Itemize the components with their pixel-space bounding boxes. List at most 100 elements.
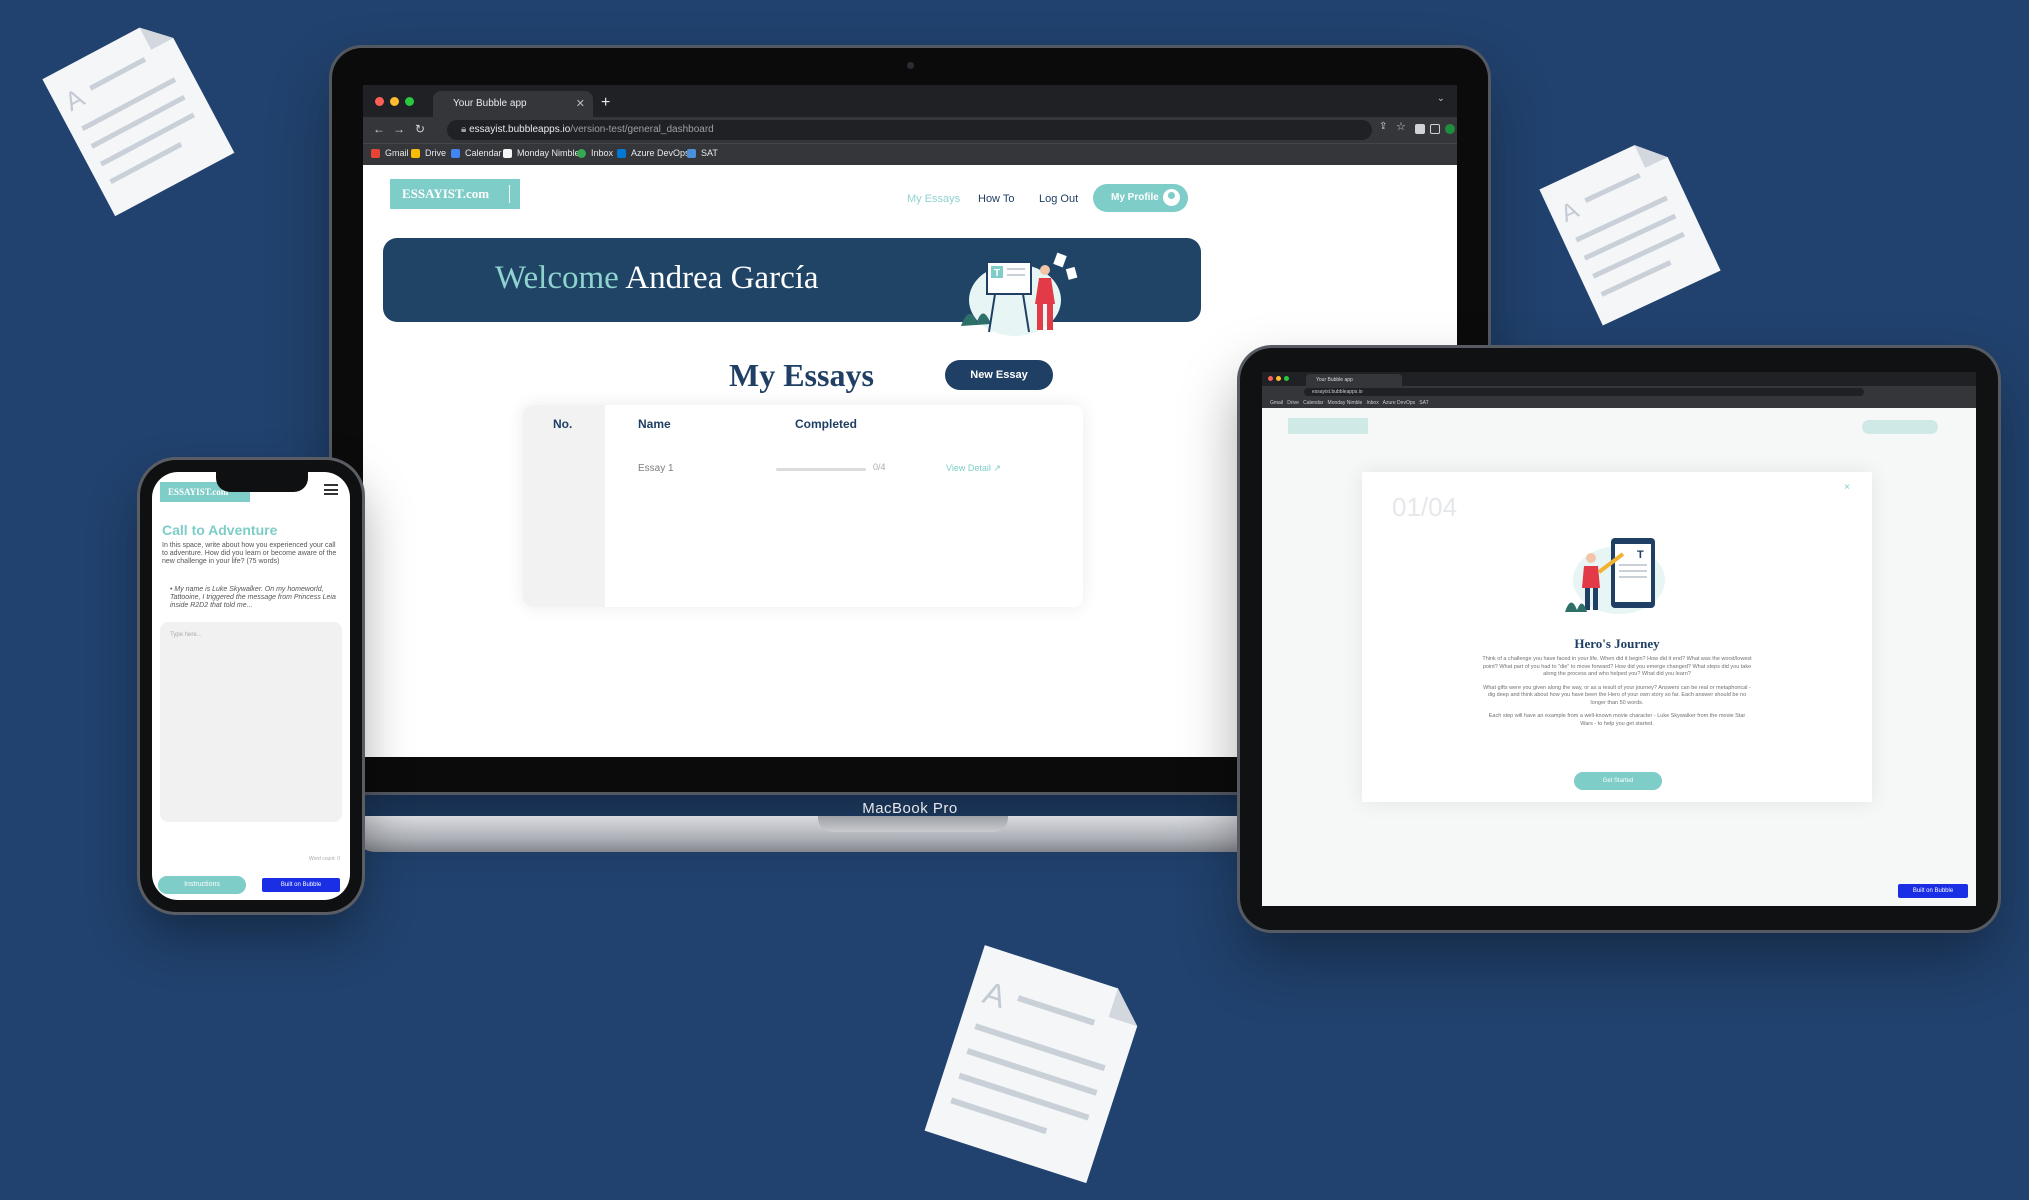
- essay-textarea[interactable]: Type here...: [160, 622, 342, 822]
- forward-icon[interactable]: →: [393, 122, 405, 136]
- modal-paragraph: Each step will have an example from a we…: [1488, 713, 1746, 727]
- tablet-bookmark[interactable]: Azure DevOps: [1383, 400, 1416, 406]
- lock-icon: 🔒︎: [461, 124, 470, 135]
- address-bar[interactable]: 🔒︎ essayist.bubbleapps.io/version-test/g…: [447, 120, 1372, 140]
- share-icon[interactable]: ⇪: [1379, 121, 1389, 132]
- window-maximize-dot[interactable]: [1284, 376, 1289, 381]
- tablet-toolbar: essayist.bubbleapps.io: [1262, 386, 1976, 398]
- tablet-bookmark[interactable]: SAT: [1419, 400, 1428, 406]
- bookmark-calendar[interactable]: Calendar: [451, 148, 502, 158]
- window-close-dot[interactable]: [375, 97, 384, 106]
- writer-illustration-icon: T: [1565, 538, 1665, 614]
- nav-log-out[interactable]: Log Out: [1039, 193, 1078, 205]
- instructions-button[interactable]: Instructions: [158, 876, 246, 894]
- heros-journey-modal: 01/04 × T Hero's Journey Think of a chal…: [1362, 472, 1872, 802]
- tablet-url-domain: essayist.bubbleapps.io: [1312, 389, 1363, 395]
- tablet-bookmark[interactable]: Inbox: [1366, 400, 1378, 406]
- close-icon[interactable]: ×: [1844, 482, 1850, 493]
- url-path: /version-test/general_dashboard: [570, 124, 714, 135]
- essay-name: Essay 1: [638, 463, 674, 474]
- tablet-screen: Your Bubble app essayist.bubbleapps.io G…: [1262, 372, 1976, 906]
- table-header-completed: Completed: [795, 417, 858, 431]
- site-logo[interactable]: ESSAYIST.com: [390, 179, 520, 209]
- built-on-bubble-badge[interactable]: Built on Bubble: [1898, 884, 1968, 898]
- tab-close-icon[interactable]: ✕: [576, 91, 585, 117]
- table-header-name: Name: [638, 417, 671, 431]
- tablet-bookmark[interactable]: Gmail: [1270, 400, 1283, 406]
- site-header: ESSAYIST.com My Essays How To Log Out My…: [363, 165, 1457, 221]
- sidebar-icon[interactable]: [1430, 124, 1440, 134]
- tablet-bookmarks-bar: Gmail Drive Calendar Monday Nimble Inbox…: [1262, 398, 1976, 408]
- word-count: Word count: 0: [308, 856, 340, 862]
- tablet-bookmark[interactable]: Calendar: [1303, 400, 1323, 406]
- my-profile-label: My Profile: [1111, 192, 1159, 203]
- essay-progress-text: 0/4: [873, 462, 886, 472]
- number-column: [523, 405, 605, 607]
- tablet-browser-tab[interactable]: Your Bubble app: [1306, 374, 1402, 386]
- phone-prompt: In this space, write about how you exper…: [162, 542, 337, 565]
- browser-toolbar: ← → ↻ 🔒︎ essayist.bubbleapps.io/version-…: [363, 117, 1457, 143]
- new-essay-button[interactable]: New Essay: [945, 360, 1053, 390]
- get-started-button[interactable]: Get Started: [1574, 772, 1662, 790]
- browser-tab-bar: Your Bubble app ✕ + ⌄: [363, 85, 1457, 117]
- modal-paragraph: What gifts were you given along the way,…: [1483, 684, 1751, 706]
- modal-paragraph: Think of a challenge you have faced in y…: [1482, 656, 1752, 677]
- tablet-address-bar[interactable]: essayist.bubbleapps.io: [1304, 388, 1864, 396]
- bookmark-inbox[interactable]: Inbox: [577, 148, 613, 158]
- svg-text:T: T: [1637, 549, 1644, 561]
- browser-tab-title: Your Bubble app: [453, 98, 527, 109]
- external-link-icon: ↗: [993, 463, 1001, 473]
- bookmark-gmail[interactable]: Gmail: [371, 148, 409, 158]
- nav-how-to[interactable]: How To: [978, 193, 1014, 205]
- textarea-placeholder: Type here...: [170, 632, 202, 638]
- welcome-banner: Welcome Andrea García T: [383, 238, 1201, 336]
- new-tab-icon[interactable]: +: [601, 91, 610, 115]
- paper-sheet-icon: A: [924, 945, 1138, 1184]
- window-close-dot[interactable]: [1268, 376, 1273, 381]
- tablet-bookmark[interactable]: Drive: [1287, 400, 1299, 406]
- window-minimize-dot[interactable]: [390, 97, 399, 106]
- paper-sheet-icon: A: [1539, 145, 1721, 326]
- phone-notch: [216, 472, 308, 492]
- hamburger-menu-icon[interactable]: [324, 484, 338, 495]
- welcome-heading: Welcome Andrea García: [495, 260, 819, 297]
- table-header-no: No.: [553, 417, 573, 431]
- star-icon[interactable]: ☆: [1396, 120, 1406, 133]
- bookmark-sat[interactable]: SAT: [687, 148, 718, 158]
- profile-icon[interactable]: [1445, 124, 1455, 134]
- window-minimize-dot[interactable]: [1276, 376, 1281, 381]
- tab-search-icon[interactable]: ⌄: [1437, 93, 1445, 104]
- my-profile-button[interactable]: My Profile: [1093, 184, 1188, 212]
- tablet-blurred-logo: [1288, 418, 1368, 434]
- camera: [907, 62, 914, 69]
- bookmark-monday-nimble[interactable]: Monday Nimble: [503, 148, 580, 158]
- built-on-bubble-badge[interactable]: Built on Bubble: [262, 878, 340, 892]
- modal-title: Hero's Journey: [1574, 636, 1660, 651]
- tablet-blurred-profile: [1862, 420, 1938, 434]
- tablet-bookmark[interactable]: Monday Nimble: [1328, 400, 1363, 406]
- nav-my-essays[interactable]: My Essays: [907, 193, 960, 205]
- phone-example: • My name is Luke Skywalker. On my homew…: [170, 586, 336, 609]
- bookmark-drive[interactable]: Drive: [411, 148, 446, 158]
- welcome-word: Welcome: [495, 260, 619, 296]
- bookmark-azure-devops[interactable]: Azure DevOps: [617, 148, 690, 158]
- phone: ESSAYIST.com Call to Adventure In this s…: [140, 460, 362, 912]
- paper-sheet-icon: A: [42, 27, 235, 217]
- tablet: Your Bubble app essayist.bubbleapps.io G…: [1240, 348, 1998, 930]
- essays-table: No. Name Completed Essay 1 0/4 View Deta…: [523, 405, 1083, 607]
- view-detail-link[interactable]: View Detail ↗: [946, 463, 1001, 474]
- reload-icon[interactable]: ↻: [415, 122, 425, 136]
- step-counter: 01/04: [1392, 492, 1458, 522]
- window-maximize-dot[interactable]: [405, 97, 414, 106]
- teacher-illustration-icon: T: [961, 252, 1078, 336]
- tablet-tab-bar: Your Bubble app: [1262, 372, 1976, 386]
- user-name: Andrea García: [625, 260, 819, 296]
- extensions-icon[interactable]: [1415, 124, 1425, 134]
- phone-example-text: My name is Luke Skywalker. On my homewor…: [170, 586, 336, 609]
- bookmarks-bar: Gmail Drive Calendar Monday Nimble Inbox…: [363, 143, 1457, 166]
- essay-progress-bar: [776, 468, 866, 471]
- my-essays-title: My Essays: [729, 357, 874, 393]
- view-detail-label: View Detail: [946, 463, 991, 473]
- back-icon[interactable]: ←: [373, 122, 385, 136]
- browser-tab[interactable]: Your Bubble app ✕: [433, 91, 593, 117]
